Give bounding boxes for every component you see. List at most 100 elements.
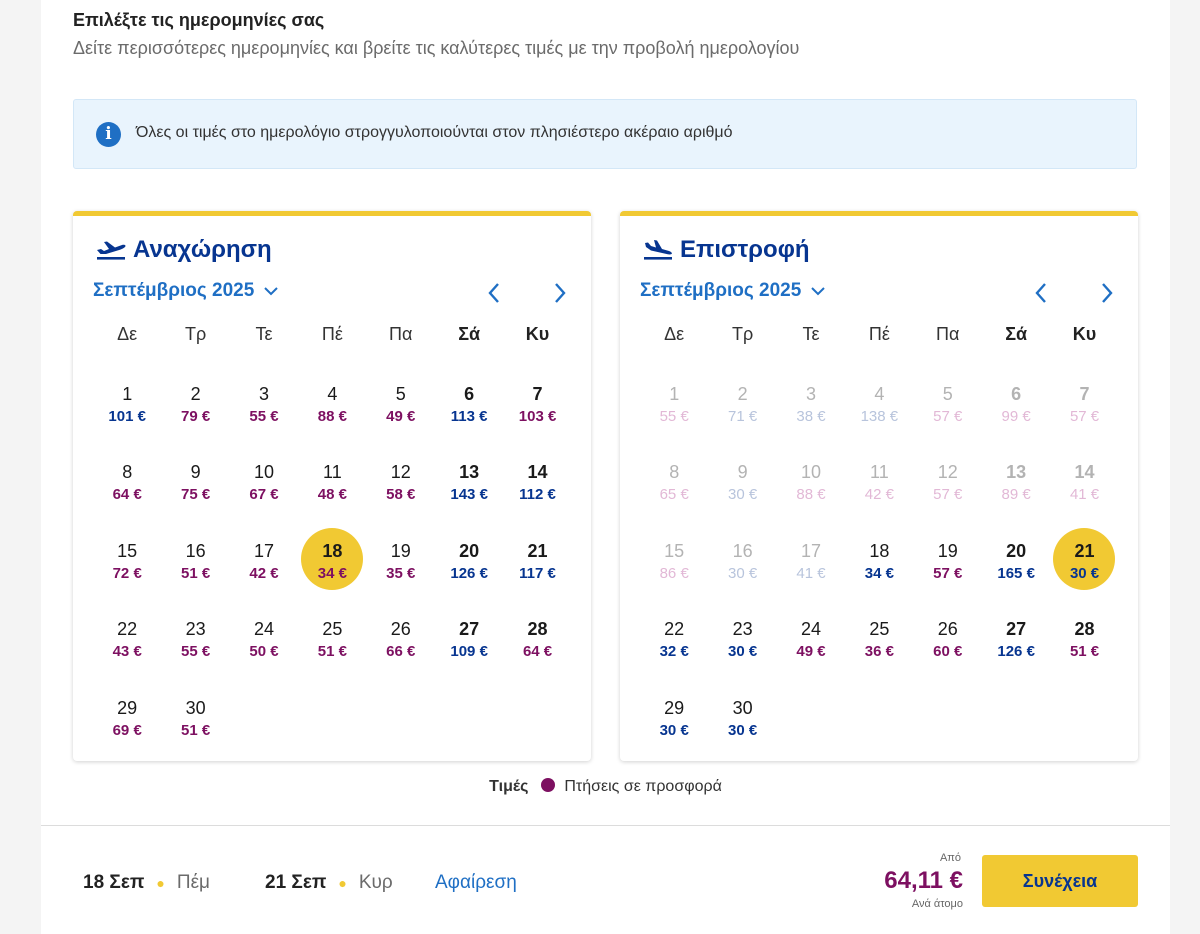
day-number: 20 <box>1006 540 1027 561</box>
day-number: 21 <box>527 540 548 561</box>
return-day-cell: 11 42 € <box>845 436 913 514</box>
departure-day-cell[interactable]: 23 55 € <box>161 593 229 671</box>
return-day-cell[interactable]: 19 57 € <box>914 515 982 593</box>
departure-day-cell[interactable]: 29 69 € <box>93 672 161 750</box>
return-day-cell: 9 30 € <box>708 436 776 514</box>
departure-day-cell[interactable]: 1 101 € <box>93 358 161 436</box>
day-number: 14 <box>1074 462 1095 483</box>
return-day-cell[interactable]: 21 30 € <box>1050 515 1118 593</box>
day-price: 32 € <box>659 643 689 661</box>
departure-day-cell[interactable]: 10 67 € <box>230 436 298 514</box>
departure-day-cell[interactable]: 5 49 € <box>367 358 435 436</box>
weekday-header: Πέ <box>321 324 343 344</box>
return-day-cell[interactable]: 23 30 € <box>708 593 776 671</box>
departure-next-month-button[interactable] <box>547 280 573 306</box>
page-subtitle: Δείτε περισσότερες ημερομηνίες και βρείτ… <box>73 38 800 58</box>
remove-dates-link[interactable]: Αφαίρεση <box>435 872 517 894</box>
departure-day-cell[interactable]: 7 103 € <box>503 358 571 436</box>
departure-day-cell[interactable]: 8 64 € <box>93 436 161 514</box>
separator-dot: ● <box>156 875 165 891</box>
departure-day-cell[interactable]: 15 72 € <box>93 515 161 593</box>
day-price: 38 € <box>796 408 826 425</box>
departure-day-cell[interactable]: 26 66 € <box>367 593 435 671</box>
return-day-cell[interactable]: 29 30 € <box>640 672 708 750</box>
return-day-cell[interactable]: 30 30 € <box>708 672 776 750</box>
departure-day-cell[interactable]: 6 113 € <box>435 358 503 436</box>
departure-day-cell[interactable]: 22 43 € <box>93 593 161 671</box>
departure-day-cell[interactable]: 27 109 € <box>435 593 503 671</box>
weekday-header: Τρ <box>184 324 207 344</box>
departure-day-cell[interactable]: 4 88 € <box>298 358 366 436</box>
return-day-cell: 5 57 € <box>914 358 982 436</box>
info-banner: i Όλες οι τιμές στο ημερολόγιο στρογγυλο… <box>73 99 1137 169</box>
day-number: 25 <box>869 619 890 640</box>
day-price: 138 € <box>860 408 899 425</box>
weekday-header: Πα <box>389 324 413 344</box>
plane-departure-icon <box>97 241 126 260</box>
departure-day-cell[interactable]: 17 42 € <box>230 515 298 593</box>
return-month-select[interactable]: Σεπτέμβριος 2025 <box>640 280 827 302</box>
day-number: 26 <box>390 619 411 640</box>
return-day-cell[interactable]: 26 60 € <box>914 593 982 671</box>
plane-arrival-icon <box>644 240 672 260</box>
departure-day-cell[interactable]: 28 64 € <box>503 593 571 671</box>
day-price: 109 € <box>450 643 488 661</box>
day-price: 30 € <box>727 643 758 661</box>
day-price: 30 € <box>659 721 689 739</box>
day-number: 29 <box>117 697 138 718</box>
return-day-cell[interactable]: 25 36 € <box>845 593 913 671</box>
weekday-header: Δε <box>664 324 685 344</box>
departure-day-cell[interactable]: 16 51 € <box>161 515 229 593</box>
weekday-header: Πέ <box>868 324 890 344</box>
day-number: 17 <box>253 540 274 561</box>
day-price: 51 € <box>180 564 211 582</box>
departure-day-cell[interactable]: 12 58 € <box>367 436 435 514</box>
chevron-down-icon <box>264 287 279 296</box>
departure-day-cell[interactable]: 13 143 € <box>435 436 503 514</box>
day-number: 30 <box>185 697 206 718</box>
departure-day-cell[interactable]: 30 51 € <box>161 672 229 750</box>
weekday-header: Τρ <box>731 324 754 344</box>
day-price: 30 € <box>727 721 758 739</box>
day-number: 22 <box>664 619 685 640</box>
day-number: 16 <box>185 540 206 561</box>
chevron-left-icon <box>488 283 499 303</box>
departure-month-select[interactable]: Σεπτέμβριος 2025 <box>93 280 280 302</box>
departure-day-cell[interactable]: 24 50 € <box>230 593 298 671</box>
return-next-month-button[interactable] <box>1094 280 1120 306</box>
departure-day-cell[interactable]: 3 55 € <box>230 358 298 436</box>
departure-title-label: Αναχώρηση <box>133 236 272 263</box>
page-title: Επιλέξτε τις ημερομηνίες σας <box>73 10 325 30</box>
day-price: 36 € <box>864 643 894 661</box>
departure-day-cell[interactable]: 25 51 € <box>298 593 366 671</box>
departure-prev-month-button[interactable] <box>481 280 507 306</box>
return-day-cell[interactable]: 22 32 € <box>640 593 708 671</box>
return-day-cell[interactable]: 18 34 € <box>845 515 913 593</box>
day-number: 23 <box>185 619 206 640</box>
day-price: 42 € <box>864 486 894 504</box>
continue-button[interactable]: Συνέχεια <box>982 855 1138 907</box>
price-legend: Τιμές Πτήσεις σε προσφορά <box>41 778 1170 796</box>
day-number: 11 <box>870 462 889 483</box>
departure-day-cell[interactable]: 19 35 € <box>367 515 435 593</box>
day-number: 18 <box>869 540 890 561</box>
departure-day-cell[interactable]: 11 48 € <box>298 436 366 514</box>
departure-day-cell[interactable]: 21 117 € <box>503 515 571 593</box>
departure-day-cell[interactable]: 18 34 € <box>298 515 366 593</box>
day-price: 165 € <box>997 564 1035 582</box>
day-number: 5 <box>395 384 406 404</box>
day-number: 24 <box>253 619 274 640</box>
departure-day-cell[interactable]: 14 112 € <box>503 436 571 514</box>
weekday-header: Τε <box>255 324 273 344</box>
departure-day-cell[interactable]: 9 75 € <box>161 436 229 514</box>
departure-day-cell[interactable]: 2 79 € <box>161 358 229 436</box>
return-prev-month-button[interactable] <box>1028 280 1054 306</box>
departure-day-cell[interactable]: 20 126 € <box>435 515 503 593</box>
return-day-cell[interactable]: 28 51 € <box>1050 593 1118 671</box>
return-day-cell[interactable]: 24 49 € <box>777 593 845 671</box>
return-day-cell[interactable]: 20 165 € <box>982 515 1050 593</box>
day-number: 2 <box>190 384 201 404</box>
day-number: 14 <box>527 462 548 483</box>
return-day-cell[interactable]: 27 126 € <box>982 593 1050 671</box>
day-number: 5 <box>942 384 953 404</box>
